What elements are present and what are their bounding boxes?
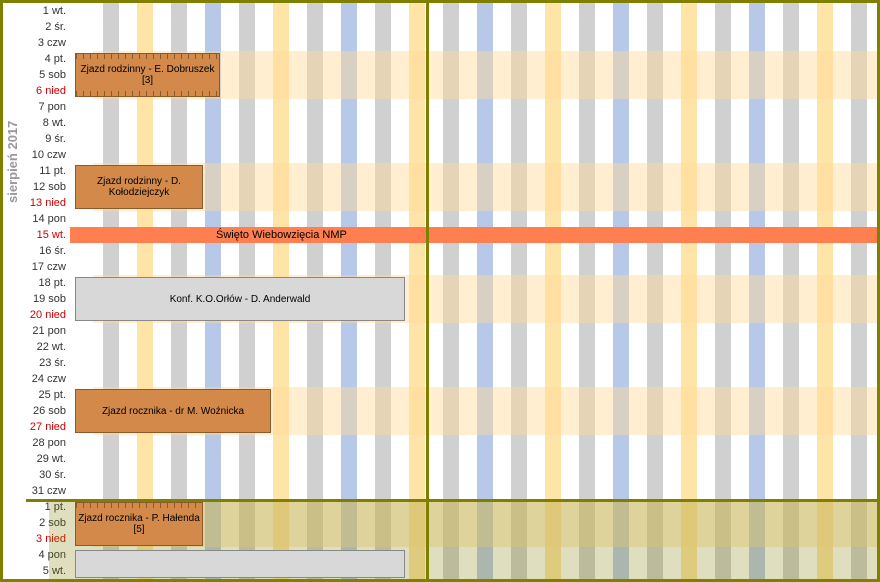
- day-label: 6 nied: [26, 83, 70, 99]
- event-label: Zjazd rocznika - dr M. Woźnicka: [102, 406, 244, 417]
- day-label: 15 wt.: [26, 227, 70, 243]
- event-zjazd-halenda[interactable]: Zjazd rocznika - P. Hałenda [5]: [75, 502, 203, 546]
- day-label: 2 śr.: [26, 19, 70, 35]
- day-label: 4 pon: [26, 547, 70, 563]
- event-zjazd-dobruszek[interactable]: Zjazd rodzinny - E. Dobruszek [3]: [75, 53, 220, 97]
- day-label: 18 pt.: [26, 275, 70, 291]
- day-label: 7 pon: [26, 99, 70, 115]
- day-label: 13 nied: [26, 195, 70, 211]
- day-row: 14 pon: [26, 211, 877, 227]
- day-row: 17 czw: [26, 259, 877, 275]
- day-row: 22 wt.: [26, 339, 877, 355]
- day-label: 29 wt.: [26, 451, 70, 467]
- day-label: 19 sob: [26, 291, 70, 307]
- day-row: 7 pon: [26, 99, 877, 115]
- day-label: 5 sob: [26, 67, 70, 83]
- holiday-text: Święto Wiebowzięcia NMP: [216, 229, 347, 241]
- day-label: 27 nied: [26, 419, 70, 435]
- event-zjazd-kolodziejczyk[interactable]: Zjazd rodzinny - D. Kołodziejczyk: [75, 165, 203, 209]
- holiday-row: [70, 227, 877, 243]
- day-label: 3 nied: [26, 531, 70, 547]
- day-row: 16 śr.: [26, 243, 877, 259]
- day-label: 11 pt.: [26, 163, 70, 179]
- day-label: 16 śr.: [26, 243, 70, 259]
- day-label: 12 sob: [26, 179, 70, 195]
- day-label: 22 wt.: [26, 339, 70, 355]
- day-row: 29 wt.: [26, 451, 877, 467]
- tick-marks: [76, 503, 202, 508]
- day-label: 30 śr.: [26, 467, 70, 483]
- day-row: 10 czw: [26, 147, 877, 163]
- month-label: sierpień 2017: [5, 121, 20, 203]
- event-grey-bottom[interactable]: [75, 550, 405, 578]
- calendar-grid: sierpień 2017 1 wt.2 śr.3 czw4 pt.5 sob6…: [0, 0, 880, 582]
- day-label: 24 czw: [26, 371, 70, 387]
- day-row: 2 śr.: [26, 19, 877, 35]
- day-label: 10 czw: [26, 147, 70, 163]
- tick-marks: [76, 54, 219, 59]
- day-label: 20 nied: [26, 307, 70, 323]
- day-row: 30 śr.: [26, 467, 877, 483]
- event-label: Konf. K.O.Orłów - D. Anderwald: [170, 294, 311, 305]
- event-label: Zjazd rocznika - P. Hałenda [5]: [78, 513, 200, 535]
- day-row: 1 wt.: [26, 3, 877, 19]
- day-label: 8 wt.: [26, 115, 70, 131]
- day-row: 23 śr.: [26, 355, 877, 371]
- day-row: 3 czw: [26, 35, 877, 51]
- day-label: 14 pon: [26, 211, 70, 227]
- grid-area: 1 wt.2 śr.3 czw4 pt.5 sob6 nied7 pon8 wt…: [26, 3, 877, 579]
- day-label: 28 pon: [26, 435, 70, 451]
- day-label: 4 pt.: [26, 51, 70, 67]
- tick-marks: [76, 91, 219, 96]
- day-label: 26 sob: [26, 403, 70, 419]
- day-label: 21 pon: [26, 323, 70, 339]
- event-zjazd-woznicka[interactable]: Zjazd rocznika - dr M. Woźnicka: [75, 389, 271, 433]
- day-label: 17 czw: [26, 259, 70, 275]
- day-row: 9 śr.: [26, 131, 877, 147]
- day-label: 5 wt.: [26, 563, 70, 579]
- day-label: 25 pt.: [26, 387, 70, 403]
- day-row: 31 czw: [26, 483, 877, 499]
- day-row: 8 wt.: [26, 115, 877, 131]
- day-label: 9 śr.: [26, 131, 70, 147]
- day-label: 2 sob: [26, 515, 70, 531]
- day-label: 1 wt.: [26, 3, 70, 19]
- vertical-divider: [426, 3, 429, 579]
- day-label: 3 czw: [26, 35, 70, 51]
- event-label: Zjazd rodzinny - E. Dobruszek [3]: [78, 64, 217, 86]
- day-label: 31 czw: [26, 483, 70, 499]
- event-label: Zjazd rodzinny - D. Kołodziejczyk: [78, 176, 200, 198]
- day-row: 28 pon: [26, 435, 877, 451]
- day-label: 23 śr.: [26, 355, 70, 371]
- day-row: 24 czw: [26, 371, 877, 387]
- day-row: 21 pon: [26, 323, 877, 339]
- event-konf-anderwald[interactable]: Konf. K.O.Orłów - D. Anderwald: [75, 277, 405, 321]
